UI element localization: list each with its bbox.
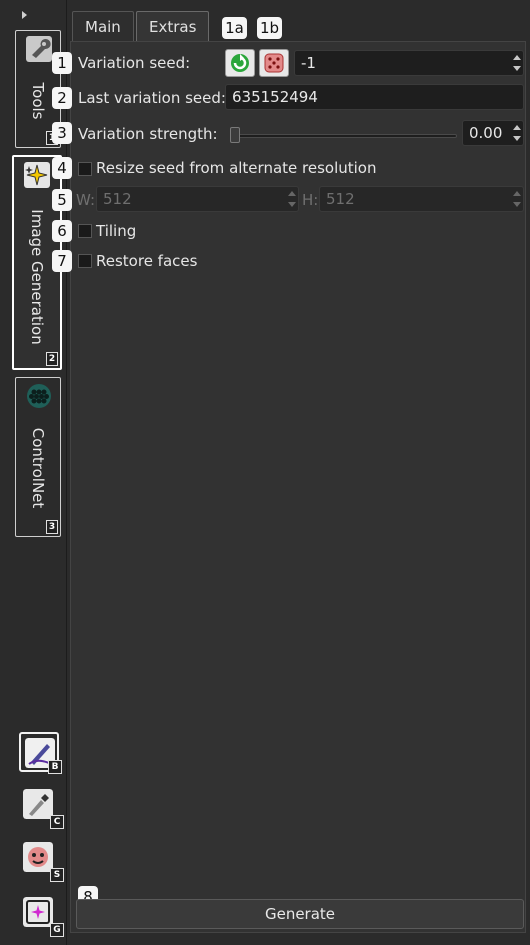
generate-button[interactable]: Generate [76, 899, 524, 929]
variation-strength-label: Variation strength: [78, 125, 218, 143]
width-spinner[interactable] [286, 189, 296, 209]
restore-faces-label: Restore faces [96, 252, 198, 270]
variation-strength-spinner[interactable] [511, 123, 521, 143]
callout-1a: 1a [222, 17, 247, 39]
resize-seed-label: Resize seed from alternate resolution [96, 159, 377, 177]
variation-strength-input[interactable]: 0.00 [462, 120, 524, 146]
variation-seed-label: Variation seed: [78, 54, 191, 72]
tiling-checkbox[interactable] [78, 224, 92, 238]
width-value: 512 [103, 190, 132, 208]
tab-image-generation-badge: 2 [46, 352, 58, 366]
tab-extras-label: Extras [149, 18, 197, 36]
tab-controlnet-badge: 3 [46, 520, 58, 534]
tool-brush[interactable]: B [19, 732, 62, 774]
sparkle-icon [24, 162, 50, 188]
tool-face[interactable]: S [19, 838, 64, 882]
variation-seed-spinner[interactable] [511, 53, 521, 73]
last-variation-seed-value: 635152494 [232, 88, 318, 106]
wrench-icon [26, 36, 52, 62]
tool-face-badge: S [50, 868, 64, 882]
tool-generate[interactable]: G [19, 893, 64, 937]
callout-1: 1 [52, 52, 72, 74]
variation-strength-handle[interactable] [230, 127, 240, 143]
w-label: W: [76, 191, 96, 209]
random-seed-button[interactable] [259, 49, 289, 77]
tool-generate-badge: G [50, 923, 64, 937]
tool-brush-badge: B [48, 760, 62, 774]
last-variation-seed-field[interactable]: 635152494 [225, 84, 524, 110]
height-value: 512 [326, 190, 355, 208]
tab-extras[interactable]: Extras [136, 11, 210, 42]
variation-strength-slider[interactable] [233, 134, 457, 138]
tab-controlnet[interactable]: ControlNet 3 [15, 377, 61, 537]
resize-seed-checkbox[interactable] [78, 162, 92, 176]
last-variation-seed-label: Last variation seed: [78, 89, 226, 107]
tab-controlnet-label: ControlNet [29, 427, 47, 509]
tab-tools-label: Tools [29, 82, 47, 120]
refresh-icon [231, 54, 249, 72]
callout-6: 6 [52, 220, 72, 242]
variation-seed-input[interactable]: -1 [294, 50, 524, 76]
callout-2: 2 [52, 87, 72, 109]
tab-main-label: Main [85, 18, 121, 36]
reuse-seed-button[interactable] [225, 49, 255, 77]
tiling-label: Tiling [96, 222, 137, 240]
tool-eyedropper[interactable]: C [19, 785, 64, 829]
hex-grid-icon [27, 384, 51, 408]
generate-icon [23, 897, 53, 927]
width-input[interactable]: 512 [96, 186, 299, 212]
callout-1b: 1b [257, 17, 282, 39]
callout-7: 7 [52, 250, 72, 272]
callout-4: 4 [52, 157, 72, 179]
dice-icon [264, 53, 284, 73]
restore-faces-checkbox[interactable] [78, 254, 92, 268]
face-icon [23, 842, 53, 872]
generate-label: Generate [264, 905, 336, 923]
tab-image-generation-label: Image Generation [28, 209, 46, 345]
eyedropper-icon [23, 789, 53, 819]
height-spinner[interactable] [511, 189, 521, 209]
variation-seed-value: -1 [301, 54, 316, 72]
expand-arrow-icon[interactable] [22, 11, 27, 19]
tool-eyedropper-badge: C [50, 815, 64, 829]
h-label: H: [302, 191, 319, 209]
callout-5: 5 [52, 189, 72, 211]
tab-main[interactable]: Main [72, 11, 134, 42]
callout-3: 3 [52, 122, 72, 144]
height-input[interactable]: 512 [319, 186, 524, 212]
variation-strength-value: 0.00 [469, 124, 503, 142]
